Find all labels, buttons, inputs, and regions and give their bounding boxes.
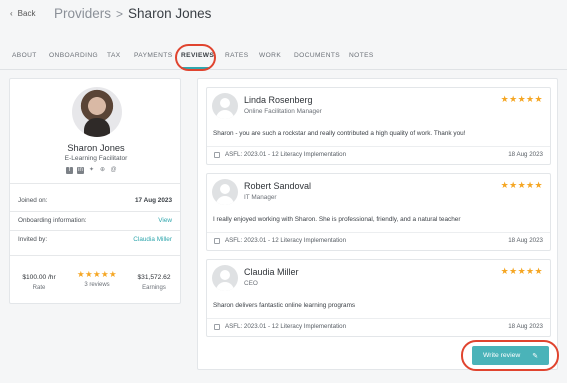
review-card: Claudia Miller CEO ★★★★★ Sharon delivers… xyxy=(206,259,551,337)
reviewer-name: Claudia Miller xyxy=(244,267,299,277)
review-text: I really enjoyed working with Sharon. Sh… xyxy=(213,216,461,223)
profile-card: Sharon Jones E-Learning Facilitator f in… xyxy=(9,78,181,304)
divider xyxy=(207,318,550,319)
linkedin-icon[interactable]: in xyxy=(77,167,84,174)
profile-role: E-Learning Facilitator xyxy=(64,155,128,162)
chevron-left-icon: ‹ xyxy=(10,9,13,18)
review-course: ASFL: 2023.01 - 12 Literacy Implementati… xyxy=(225,151,347,158)
divider xyxy=(207,146,550,147)
calendar-icon xyxy=(214,324,220,330)
joined-value: 17 Aug 2023 xyxy=(134,197,172,204)
review-course: ASFL: 2023.01 - 12 Literacy Implementati… xyxy=(225,237,347,244)
tab-rates[interactable]: RATES xyxy=(225,52,249,59)
invited-by-link[interactable]: Claudia Miller xyxy=(133,236,172,243)
rate-value: $100.00 /hr xyxy=(22,274,56,281)
reviewer-avatar xyxy=(212,179,238,205)
rate-stat: $100.00 /hr Rate xyxy=(18,274,60,291)
tab-documents[interactable]: DOCUMENTS xyxy=(294,52,340,59)
onboarding-view-link[interactable]: View xyxy=(158,217,172,224)
tab-bar: ABOUT ONBOARDING TAX PAYMENTS REVIEWS RA… xyxy=(0,44,567,70)
tab-work[interactable]: WORK xyxy=(259,52,281,59)
globe-icon[interactable]: ⊕ xyxy=(99,167,106,174)
earnings-label: Earnings xyxy=(142,285,166,291)
avatar xyxy=(72,87,122,137)
page-title: Sharon Jones xyxy=(128,6,212,21)
review-text: Sharon - you are such a rockstar and rea… xyxy=(213,130,466,137)
calendar-icon xyxy=(214,238,220,244)
invited-label: Invited by: xyxy=(18,236,48,243)
reviewer-avatar xyxy=(212,93,238,119)
calendar-icon xyxy=(214,152,220,158)
review-stars: ★★★★★ xyxy=(500,266,543,276)
reviewer-title: IT Manager xyxy=(244,194,277,201)
write-review-highlight xyxy=(461,340,559,371)
earnings-value: $31,572.62 xyxy=(137,274,171,281)
reviewer-name: Robert Sandoval xyxy=(244,181,312,191)
review-stars: ★★★★★ xyxy=(500,94,543,104)
divider xyxy=(10,183,180,184)
email-icon[interactable]: @ xyxy=(110,167,117,174)
reviewer-avatar xyxy=(212,265,238,291)
review-date: 18 Aug 2023 xyxy=(508,237,543,244)
star-rating: ★★★★★ xyxy=(76,269,118,279)
back-button[interactable]: ‹ Back xyxy=(10,9,35,18)
back-label: Back xyxy=(17,9,36,18)
joined-label: Joined on: xyxy=(18,197,48,204)
tab-tax[interactable]: TAX xyxy=(107,52,121,59)
tab-notes[interactable]: NOTES xyxy=(349,52,374,59)
review-stars: ★★★★★ xyxy=(500,180,543,190)
tab-payments[interactable]: PAYMENTS xyxy=(134,52,173,59)
review-text: Sharon delivers fantastic online learnin… xyxy=(213,302,356,309)
reviews-stat: ★★★★★ 3 reviews xyxy=(73,270,121,288)
tab-onboarding[interactable]: ONBOARDING xyxy=(49,52,98,59)
tab-about[interactable]: ABOUT xyxy=(12,52,37,59)
onboarding-label: Onboarding information: xyxy=(18,217,87,224)
breadcrumb-separator: > xyxy=(116,6,124,21)
reviewer-name: Linda Rosenberg xyxy=(244,95,313,105)
review-date: 18 Aug 2023 xyxy=(508,323,543,330)
divider xyxy=(10,255,180,256)
review-date: 18 Aug 2023 xyxy=(508,151,543,158)
facebook-icon[interactable]: f xyxy=(66,167,73,174)
breadcrumb: Providers > Sharon Jones xyxy=(54,6,211,21)
top-bar: ‹ Back Providers > Sharon Jones xyxy=(0,0,567,38)
twitter-icon[interactable]: ✦ xyxy=(88,167,95,174)
reviews-panel: Linda Rosenberg Online Facilitation Mana… xyxy=(197,78,558,370)
earnings-stat: $31,572.62 Earnings xyxy=(132,274,176,291)
divider xyxy=(207,232,550,233)
divider xyxy=(10,230,180,231)
reviewer-title: Online Facilitation Manager xyxy=(244,108,322,115)
review-course: ASFL: 2023.01 - 12 Literacy Implementati… xyxy=(225,323,347,330)
review-card: Linda Rosenberg Online Facilitation Mana… xyxy=(206,87,551,165)
reviews-count: 3 reviews xyxy=(84,282,110,288)
divider xyxy=(10,211,180,212)
rate-label: Rate xyxy=(32,285,46,291)
review-card: Robert Sandoval IT Manager ★★★★★ I reall… xyxy=(206,173,551,251)
social-links: f in ✦ ⊕ @ xyxy=(66,167,117,174)
reviewer-title: CEO xyxy=(244,280,258,287)
reviews-tab-highlight xyxy=(175,44,216,71)
breadcrumb-providers[interactable]: Providers xyxy=(54,6,111,21)
profile-name: Sharon Jones xyxy=(67,143,125,153)
